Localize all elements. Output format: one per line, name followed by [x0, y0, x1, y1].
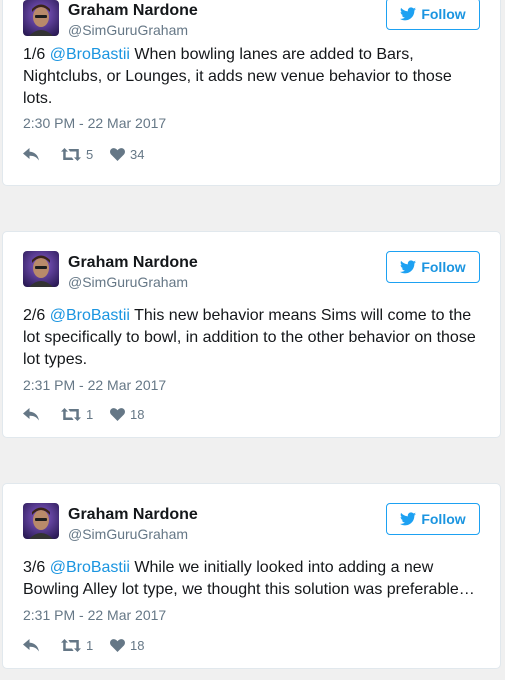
tweet-timestamp[interactable]: 2:31 PM - 22 Mar 2017: [23, 606, 166, 624]
tweet-card: Graham Nardone @SimGuruGraham Follow 1/6…: [2, 0, 501, 186]
tweet-index: 2/6: [23, 307, 46, 324]
reply-button[interactable]: [23, 147, 61, 161]
like-count: 18: [130, 637, 145, 653]
reply-icon: [23, 147, 39, 160]
mention-link[interactable]: @BroBastii: [50, 307, 130, 324]
follow-label: Follow: [421, 6, 466, 22]
tweet-text: 2/6 @BroBastii This new behavior means S…: [23, 305, 485, 371]
like-button[interactable]: 18: [110, 407, 144, 422]
twitter-bird-icon: [400, 260, 417, 274]
avatar[interactable]: [23, 503, 59, 539]
retweet-icon: [61, 147, 81, 161]
tweet-timestamp[interactable]: 2:30 PM - 22 Mar 2017: [23, 114, 166, 132]
author-handle[interactable]: @SimGuruGraham: [68, 21, 188, 39]
avatar-image: [23, 0, 59, 36]
tweet-timestamp[interactable]: 2:31 PM - 22 Mar 2017: [23, 376, 166, 394]
author-handle[interactable]: @SimGuruGraham: [68, 525, 188, 543]
retweet-count: 1: [86, 637, 94, 653]
follow-button[interactable]: Follow: [386, 503, 480, 535]
twitter-bird-icon: [400, 512, 417, 526]
tweet-actions: 1 18: [23, 635, 144, 655]
avatar-image: [23, 251, 59, 287]
like-button[interactable]: 18: [110, 638, 144, 653]
like-button[interactable]: 34: [110, 147, 144, 162]
avatar[interactable]: [23, 0, 59, 36]
retweet-count: 5: [86, 146, 94, 162]
mention-link[interactable]: @BroBastii: [50, 559, 130, 576]
tweet-index: 1/6: [23, 46, 46, 63]
tweet-index: 3/6: [23, 559, 46, 576]
follow-label: Follow: [421, 259, 466, 275]
retweet-button[interactable]: 5: [61, 147, 110, 162]
heart-icon: [110, 147, 125, 161]
tweet-card: Graham Nardone @SimGuruGraham Follow 3/6…: [2, 483, 501, 669]
follow-button[interactable]: Follow: [386, 251, 480, 283]
author-name[interactable]: Graham Nardone: [68, 505, 198, 525]
reply-button[interactable]: [23, 407, 61, 421]
author-name[interactable]: Graham Nardone: [68, 253, 198, 273]
tweet-text: 3/6 @BroBastii While we initially looked…: [23, 557, 485, 601]
retweet-count: 1: [86, 406, 94, 422]
avatar[interactable]: [23, 251, 59, 287]
author-name[interactable]: Graham Nardone: [68, 1, 198, 21]
tweet-card: Graham Nardone @SimGuruGraham Follow 2/6…: [2, 231, 501, 438]
heart-icon: [110, 407, 125, 421]
reply-button[interactable]: [23, 638, 61, 652]
tweet-actions: 1 18: [23, 404, 144, 424]
like-count: 34: [130, 146, 145, 162]
tweet-text: 1/6 @BroBastii When bowling lanes are ad…: [23, 44, 485, 110]
follow-label: Follow: [421, 511, 466, 527]
retweet-button[interactable]: 1: [61, 638, 110, 653]
like-count: 18: [130, 406, 145, 422]
retweet-icon: [61, 407, 81, 421]
tweet-inner: Graham Nardone @SimGuruGraham Follow 1/6…: [3, 0, 500, 187]
follow-button[interactable]: Follow: [386, 0, 480, 30]
twitter-bird-icon: [400, 7, 417, 21]
retweet-icon: [61, 638, 81, 652]
reply-icon: [23, 638, 39, 651]
tweet-actions: 5 34: [23, 144, 144, 164]
avatar-image: [23, 503, 59, 539]
retweet-button[interactable]: 1: [61, 407, 110, 422]
heart-icon: [110, 638, 125, 652]
author-handle[interactable]: @SimGuruGraham: [68, 273, 188, 291]
mention-link[interactable]: @BroBastii: [50, 46, 130, 63]
reply-icon: [23, 407, 39, 420]
